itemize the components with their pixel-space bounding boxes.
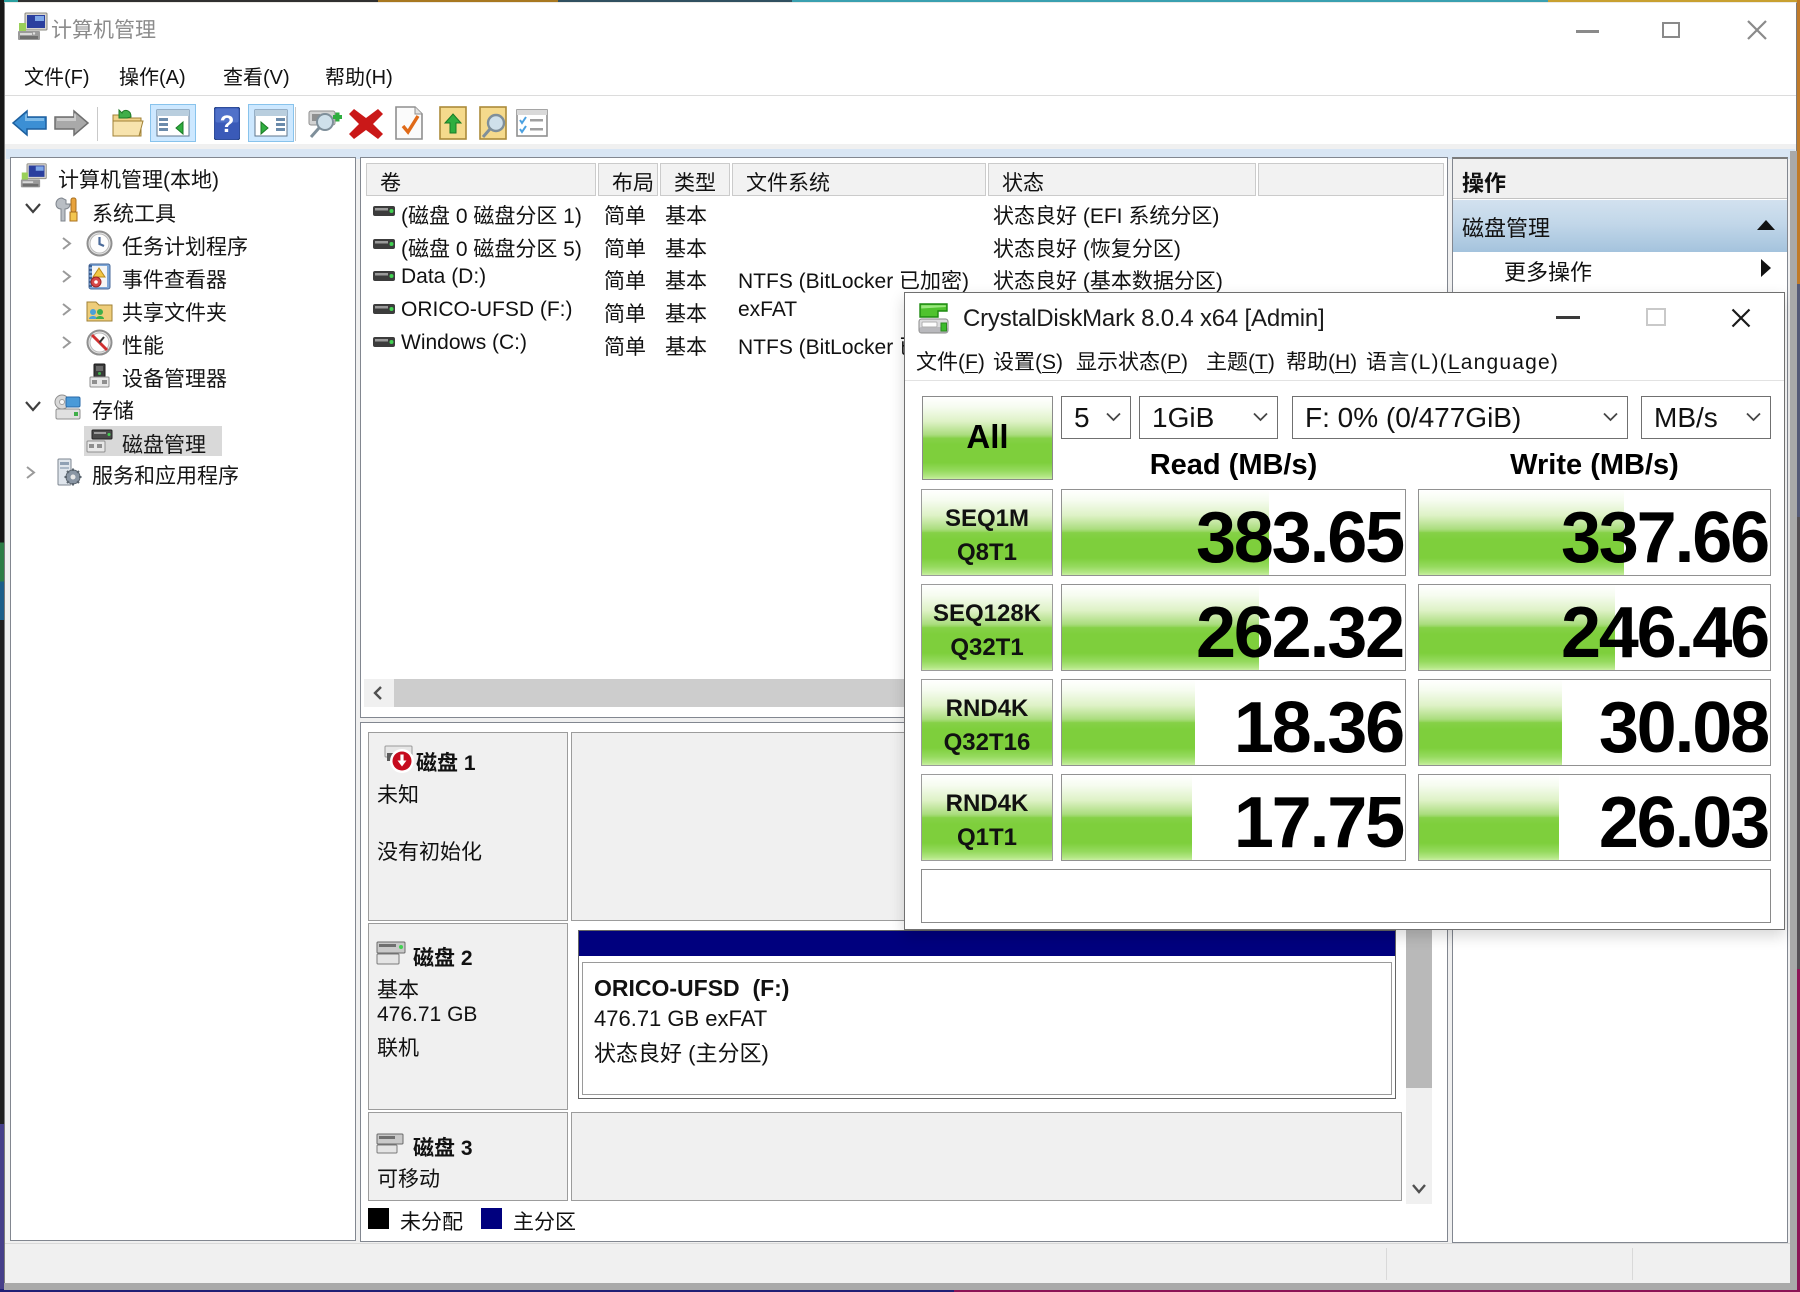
svg-text:?: ? — [220, 111, 235, 138]
